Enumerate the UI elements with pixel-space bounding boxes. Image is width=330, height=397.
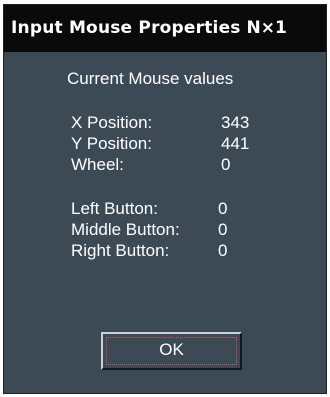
row-x-position: X Position: 343 [71,113,249,133]
row-left-button: Left Button: 0 [71,199,227,219]
middle-button-value: 0 [218,220,228,239]
x-position-label: X Position: [71,113,153,132]
row-y-position: Y Position: 441 [71,134,249,154]
dialog-content: Current Mouse values X Position: 343 Y P… [4,52,326,393]
title-controls[interactable]: N×1 [247,5,287,52]
x-position-value: 343 [221,113,250,132]
left-button-label: Left Button: [71,199,158,218]
row-wheel: Wheel: 0 [71,155,230,175]
y-position-label: Y Position: [71,134,152,153]
row-right-button: Right Button: 0 [71,241,227,261]
focus-rectangle [106,337,237,365]
section-heading: Current Mouse values [67,69,234,88]
right-button-value: 0 [218,241,228,260]
right-button-label: Right Button: [71,241,170,260]
mouse-properties-dialog: Input Mouse Properties N×1 Current Mouse… [3,4,327,394]
wheel-label: Wheel: [71,155,124,174]
left-button-value: 0 [218,199,228,218]
wheel-value: 0 [221,155,231,174]
ok-button[interactable]: OK [101,332,242,370]
y-position-value: 441 [221,134,250,153]
window-title: Input Mouse Properties [11,18,241,38]
middle-button-label: Middle Button: [71,220,180,239]
title-bar[interactable]: Input Mouse Properties N×1 [4,5,326,52]
row-middle-button: Middle Button: 0 [71,220,227,240]
